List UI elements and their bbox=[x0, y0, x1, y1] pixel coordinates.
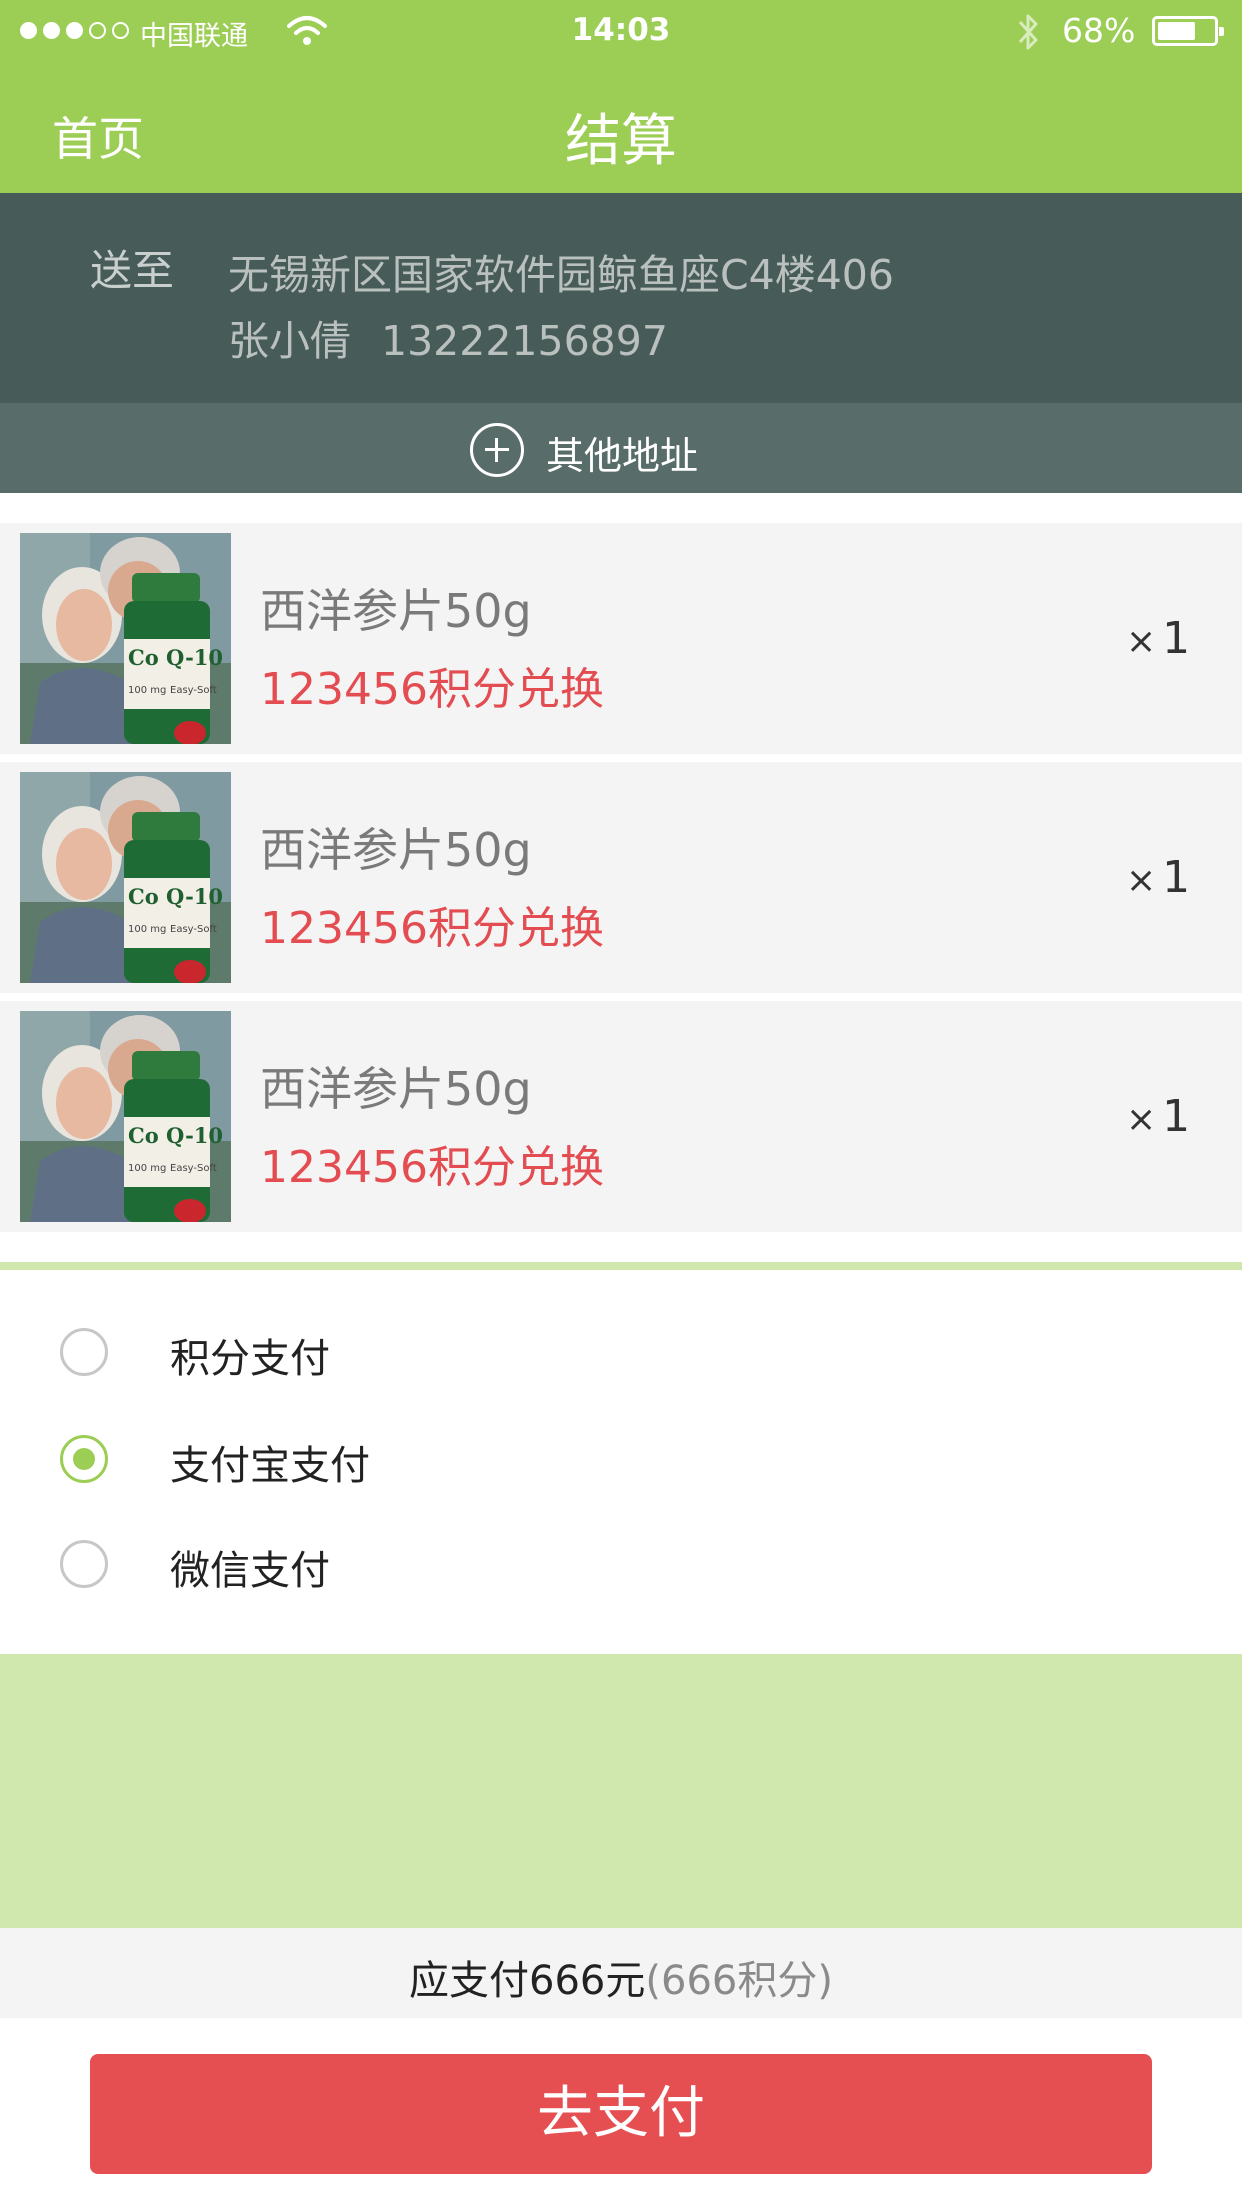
svg-text:100 mg: 100 mg bbox=[128, 1163, 166, 1174]
status-bar: 中国联通 14:03 68% bbox=[0, 0, 1242, 64]
product-image: Co Q-10 100 mg Easy-Soft bbox=[20, 772, 231, 983]
svg-text:Co Q-10: Co Q-10 bbox=[128, 884, 223, 909]
pay-button[interactable]: 去支付 bbox=[90, 2054, 1152, 2174]
battery-icon bbox=[1152, 16, 1224, 46]
top-bar: 中国联通 14:03 68% 首页 结算 bbox=[0, 0, 1242, 193]
item-name: 西洋参片50g bbox=[260, 584, 532, 638]
item-name: 西洋参片50g bbox=[260, 1062, 532, 1116]
item-points: 123456积分兑换 bbox=[260, 664, 604, 715]
item-quantity: × 1 bbox=[1126, 852, 1191, 903]
svg-text:100 mg: 100 mg bbox=[128, 924, 166, 935]
radio-button[interactable] bbox=[60, 1540, 108, 1588]
recipient-name: 张小倩 bbox=[228, 317, 351, 365]
svg-text:Easy-Soft: Easy-Soft bbox=[170, 685, 217, 696]
svg-text:Co Q-10: Co Q-10 bbox=[128, 1123, 223, 1148]
product-image: Co Q-10 100 mg Easy-Soft bbox=[20, 533, 231, 744]
list-item[interactable]: Co Q-10 100 mg Easy-Soft 西洋参片50g 123456积… bbox=[0, 762, 1242, 993]
address-label: 送至 bbox=[90, 246, 175, 295]
list-item[interactable]: Co Q-10 100 mg Easy-Soft 西洋参片50g 123456积… bbox=[0, 523, 1242, 754]
payment-label: 支付宝支付 bbox=[170, 1443, 370, 1489]
radio-button[interactable] bbox=[60, 1328, 108, 1376]
clock: 14:03 bbox=[571, 12, 671, 48]
total-amount: 应支付666元 bbox=[409, 1958, 646, 2004]
item-name: 西洋参片50g bbox=[260, 823, 532, 877]
other-address-label: 其他地址 bbox=[546, 434, 699, 478]
add-circle-icon bbox=[470, 423, 524, 477]
bluetooth-icon bbox=[1018, 14, 1038, 50]
svg-text:Easy-Soft: Easy-Soft bbox=[170, 1163, 217, 1174]
battery-percent: 68% bbox=[1062, 11, 1136, 50]
spacer-panel bbox=[0, 1654, 1242, 1928]
item-quantity: × 1 bbox=[1126, 613, 1191, 664]
payment-summary: 应支付666元(666积分) bbox=[0, 1928, 1242, 2018]
payment-option-alipay[interactable]: 支付宝支付 bbox=[0, 1421, 1242, 1501]
product-image: Co Q-10 100 mg Easy-Soft bbox=[20, 1011, 231, 1222]
recipient-phone: 13222156897 bbox=[381, 317, 668, 365]
other-address-button[interactable]: 其他地址 bbox=[0, 403, 1242, 493]
payment-option-points[interactable]: 积分支付 bbox=[0, 1314, 1242, 1394]
svg-text:Co Q-10: Co Q-10 bbox=[128, 645, 223, 670]
item-quantity: × 1 bbox=[1126, 1091, 1191, 1142]
total-points: (666积分) bbox=[645, 1958, 833, 2004]
item-points: 123456积分兑换 bbox=[260, 903, 604, 954]
address-contact: 张小倩 13222156897 bbox=[228, 307, 698, 367]
divider bbox=[0, 1262, 1242, 1270]
payment-label: 积分支付 bbox=[170, 1336, 330, 1382]
svg-text:100 mg: 100 mg bbox=[128, 685, 166, 696]
list-item[interactable]: Co Q-10 100 mg Easy-Soft 西洋参片50g 123456积… bbox=[0, 1001, 1242, 1232]
payment-option-wechat[interactable]: 微信支付 bbox=[0, 1526, 1242, 1606]
page-title: 结算 bbox=[565, 109, 677, 174]
item-points: 123456积分兑换 bbox=[260, 1142, 604, 1193]
svg-text:Easy-Soft: Easy-Soft bbox=[170, 924, 217, 935]
address-line: 无锡新区国家软件园鲸鱼座C4楼406 bbox=[228, 251, 894, 299]
radio-button[interactable] bbox=[60, 1435, 108, 1483]
payment-label: 微信支付 bbox=[170, 1548, 330, 1594]
delivery-address[interactable]: 送至 无锡新区国家软件园鲸鱼座C4楼406 张小倩 13222156897 bbox=[0, 193, 1242, 403]
